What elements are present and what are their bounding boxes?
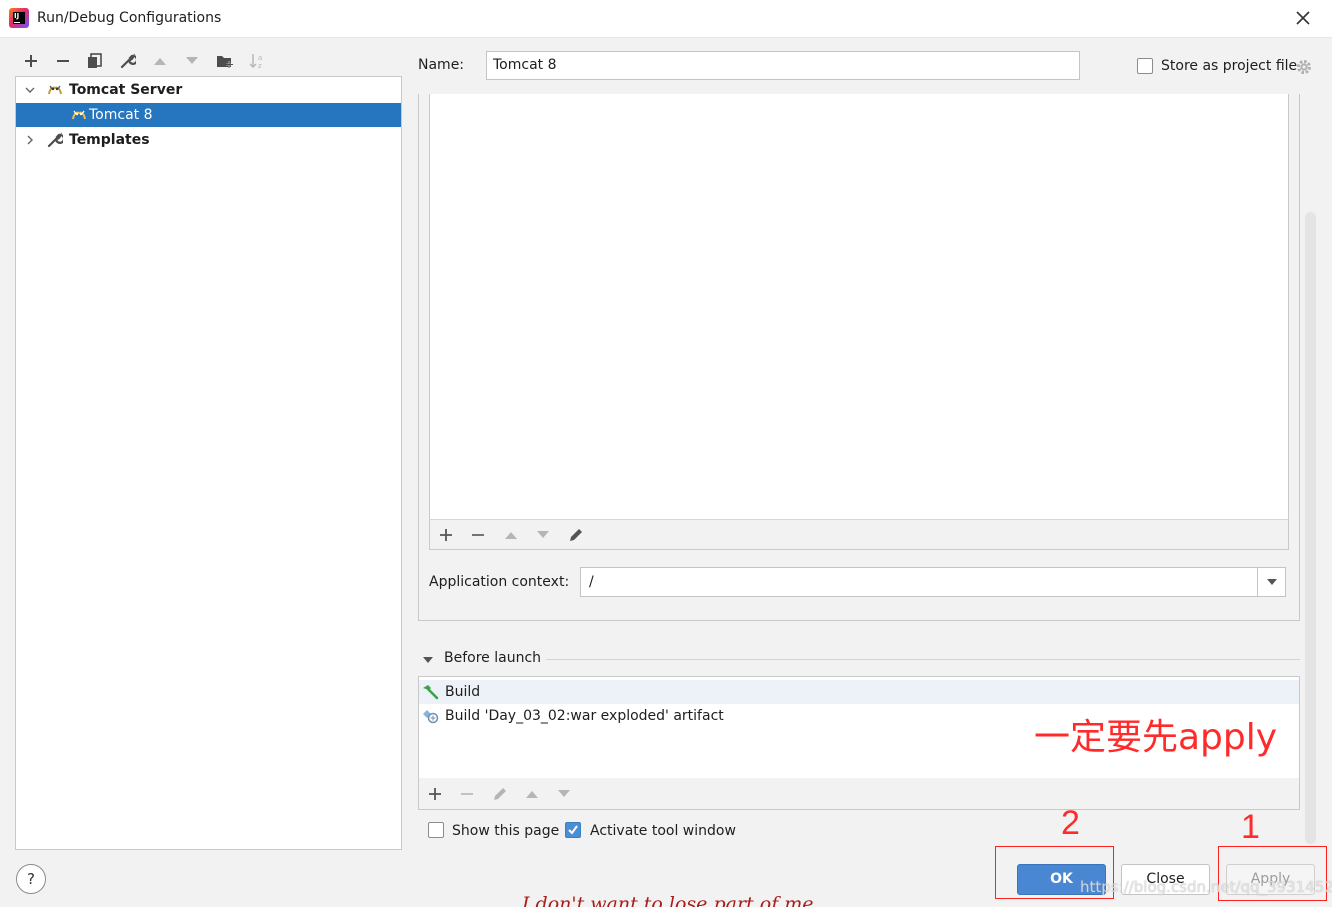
application-context-label: Application context: xyxy=(429,574,570,590)
plus-icon xyxy=(440,529,452,541)
remove-configuration-button[interactable] xyxy=(52,50,74,72)
move-up-button[interactable] xyxy=(149,50,171,72)
edit-task-button[interactable] xyxy=(490,784,510,804)
name-label: Name: xyxy=(418,57,465,73)
application-context-dropdown[interactable] xyxy=(1257,568,1285,596)
tree-group-label: Tomcat Server xyxy=(69,82,183,98)
activate-tool-window-checkbox[interactable] xyxy=(565,822,581,838)
remove-task-button[interactable] xyxy=(457,784,477,804)
show-this-page-checkbox[interactable] xyxy=(428,822,444,838)
tree-item-tomcat-8[interactable]: Tomcat 8 xyxy=(16,103,401,127)
add-configuration-button[interactable] xyxy=(20,50,42,72)
new-folder-button[interactable] xyxy=(214,50,236,72)
plus-icon xyxy=(429,788,441,800)
tree-item-label: Tomcat 8 xyxy=(89,107,153,123)
tree-group-tomcat-server[interactable]: Tomcat Server xyxy=(16,78,401,102)
copy-configuration-button[interactable] xyxy=(84,50,106,72)
before-launch-item-label: Build 'Day_03_02:war exploded' artifact xyxy=(445,708,724,724)
remove-deployment-button[interactable] xyxy=(468,525,488,545)
window-title: Run/Debug Configurations xyxy=(37,10,222,26)
title-bar: IJ Run/Debug Configurations xyxy=(0,0,1332,38)
collapse-triangle-icon[interactable] xyxy=(422,655,434,665)
scrollbar[interactable] xyxy=(1305,212,1316,844)
deployment-toolbar xyxy=(429,519,1289,550)
show-this-page-label[interactable]: Show this page xyxy=(452,823,559,839)
arrow-down-icon xyxy=(537,531,549,538)
minus-icon xyxy=(461,793,473,795)
close-icon[interactable] xyxy=(1294,9,1312,27)
scribble-text: I don't want to lose part of me xyxy=(522,893,814,907)
before-launch-item[interactable]: Build xyxy=(419,680,1299,704)
tomcat-icon xyxy=(72,110,86,120)
task-down-button[interactable] xyxy=(554,784,574,804)
plus-icon xyxy=(25,55,37,67)
configuration-tree[interactable]: Tomcat Server Tomcat 8 Templates xyxy=(15,76,402,850)
new-folder-icon xyxy=(217,56,233,68)
gear-icon[interactable] xyxy=(1295,58,1313,76)
pencil-icon xyxy=(570,529,582,541)
tree-group-templates[interactable]: Templates xyxy=(16,128,401,152)
sort-icon: az xyxy=(249,54,262,70)
arrow-down-icon xyxy=(186,57,198,64)
chevron-down-icon[interactable] xyxy=(24,84,36,96)
store-as-project-file-label[interactable]: Store as project file xyxy=(1161,58,1297,74)
annotation-number-apply: 1 xyxy=(1241,808,1260,846)
name-field[interactable]: Tomcat 8 xyxy=(486,51,1080,80)
watermark: https://blog.csdn.net/qq_39314521 xyxy=(1080,878,1332,896)
artifact-icon xyxy=(423,710,439,724)
minus-icon xyxy=(57,60,69,62)
store-as-project-file-checkbox[interactable] xyxy=(1137,58,1153,74)
copy-icon xyxy=(88,53,102,68)
chevron-down-icon xyxy=(1266,579,1277,585)
wrench-icon xyxy=(120,53,136,69)
pencil-icon xyxy=(494,788,506,800)
edit-defaults-button[interactable] xyxy=(117,50,139,72)
before-launch-label[interactable]: Before launch xyxy=(444,650,541,666)
move-down-button[interactable] xyxy=(181,50,203,72)
wrench-icon xyxy=(47,132,63,148)
arrow-down-icon xyxy=(558,790,570,797)
add-deployment-button[interactable] xyxy=(436,525,456,545)
before-launch-item-label: Build xyxy=(445,684,481,700)
minus-icon xyxy=(472,534,484,536)
activate-tool-window-label[interactable]: Activate tool window xyxy=(590,823,736,839)
sort-button[interactable]: az xyxy=(246,50,268,72)
application-context-field[interactable]: / xyxy=(580,567,1286,597)
annotation-number-ok: 2 xyxy=(1061,804,1080,842)
divider xyxy=(546,659,1300,660)
arrow-up-icon xyxy=(154,58,166,65)
deployment-list[interactable] xyxy=(429,94,1289,520)
arrow-up-icon xyxy=(526,791,538,798)
task-up-button[interactable] xyxy=(522,784,542,804)
deployment-up-button[interactable] xyxy=(501,525,521,545)
deployment-down-button[interactable] xyxy=(533,525,553,545)
chevron-right-icon[interactable] xyxy=(24,134,36,146)
annotation-note: 一定要先apply xyxy=(1034,717,1278,758)
intellij-app-icon: IJ xyxy=(9,8,29,28)
checkmark-icon xyxy=(568,825,578,835)
arrow-up-icon xyxy=(505,532,517,539)
svg-text:z: z xyxy=(258,62,262,70)
edit-deployment-button[interactable] xyxy=(566,525,586,545)
tree-templates-label: Templates xyxy=(69,132,150,148)
build-hammer-icon xyxy=(423,685,439,700)
tomcat-icon xyxy=(48,85,62,95)
help-button[interactable]: ? xyxy=(16,864,46,894)
before-launch-toolbar xyxy=(418,778,1300,810)
svg-text:a: a xyxy=(258,54,262,62)
add-task-button[interactable] xyxy=(425,784,445,804)
